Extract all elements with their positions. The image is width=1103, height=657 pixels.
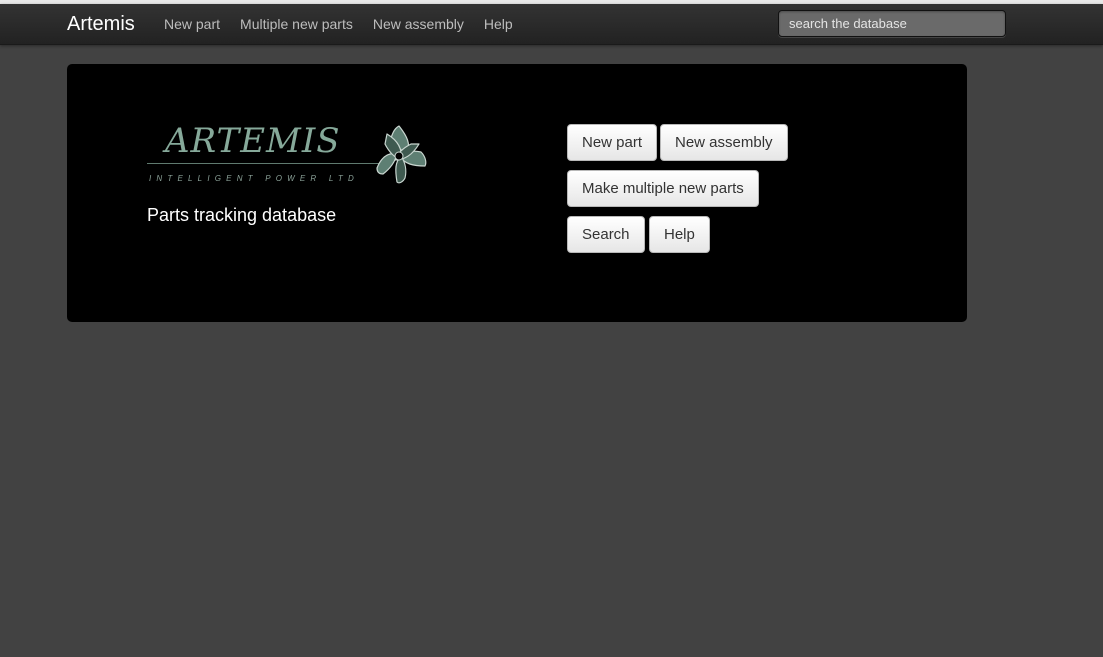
nav-link-new-part[interactable]: New part bbox=[154, 4, 230, 44]
make-multiple-new-parts-button[interactable]: Make multiple new parts bbox=[567, 170, 759, 207]
nav-link-multiple-new-parts[interactable]: Multiple new parts bbox=[230, 4, 363, 44]
nav-links: New part Multiple new parts New assembly… bbox=[154, 4, 523, 44]
brand-link[interactable]: Artemis bbox=[67, 12, 135, 36]
hero-title: Parts tracking database bbox=[147, 205, 337, 225]
help-button[interactable]: Help bbox=[649, 216, 710, 253]
new-assembly-button[interactable]: New assembly bbox=[660, 124, 788, 161]
logo-rule bbox=[147, 163, 379, 164]
new-part-button[interactable]: New part bbox=[567, 124, 658, 161]
search-input[interactable] bbox=[778, 10, 1006, 37]
nav-link-help[interactable]: Help bbox=[474, 4, 523, 44]
navbar: Artemis New part Multiple new parts New … bbox=[0, 4, 1103, 45]
artemis-emblem-icon bbox=[376, 125, 427, 184]
artemis-logo: ARTEMIS INTELLIGENT POWER LTD bbox=[147, 120, 437, 190]
logo-wordmark: ARTEMIS bbox=[165, 121, 341, 161]
logo-tagline: INTELLIGENT POWER LTD bbox=[149, 174, 359, 183]
hero-unit: ARTEMIS INTELLIGENT POWER LTD Parts trac… bbox=[67, 64, 967, 322]
search-button[interactable]: Search bbox=[567, 216, 645, 253]
nav-link-new-assembly[interactable]: New assembly bbox=[363, 4, 474, 44]
